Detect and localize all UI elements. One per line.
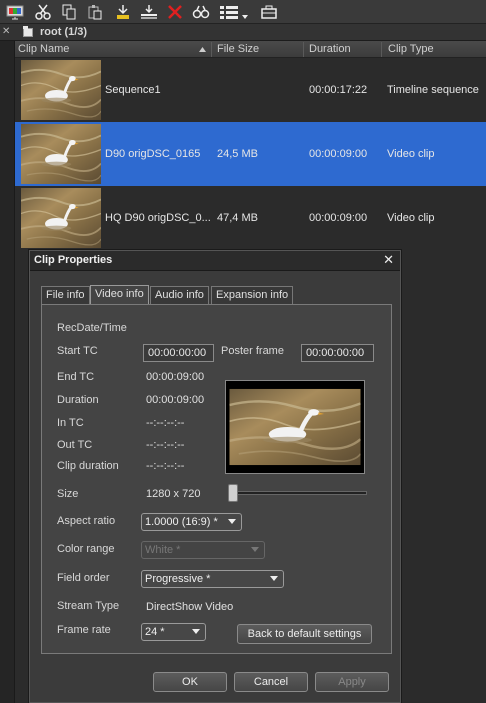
clip-type: Video clip [387,212,435,224]
add-to-timeline-icon[interactable] [112,2,134,22]
clip-name: HQ D90 origDSC_0... [105,212,211,224]
clip-properties-icon[interactable] [4,2,26,22]
in-tc-value: --:--:--:-- [146,417,185,429]
frame-rate-value: 24 * [145,626,165,638]
recdate-label: RecDate/Time [57,322,127,334]
clip-properties-dialog: Clip Properties ✕ File info Video info A… [29,250,401,703]
column-duration[interactable]: Duration [309,43,351,55]
clip-duration-value: --:--:--:-- [146,460,185,472]
clip-row[interactable]: Sequence1 00:00:17:22 Timeline sequence [15,58,486,122]
clip-size: 24,5 MB [217,148,258,160]
chevron-down-icon [192,629,200,634]
insert-icon[interactable] [138,2,160,22]
clip-duration: 00:00:17:22 [309,84,368,96]
poster-frame-preview [225,380,365,474]
apply-button[interactable]: Apply [315,672,389,692]
color-range-value: White * [145,544,181,556]
clip-row[interactable]: HQ D90 origDSC_0... 47,4 MB 00:00:09:00 … [15,186,486,250]
toolbar [0,0,486,24]
tab-expansion-info[interactable]: Expansion info [211,286,294,304]
column-clip-name[interactable]: Clip Name [18,43,69,55]
bin-tree-panel[interactable] [0,41,15,703]
chevron-down-icon [251,547,259,552]
out-tc-value: --:--:--:-- [146,439,185,451]
clip-size: 47,4 MB [217,212,258,224]
delete-icon[interactable] [164,2,186,22]
aspect-ratio-select[interactable]: 1.0000 (16:9) * [141,513,242,531]
dialog-title-bar[interactable]: Clip Properties ✕ [30,251,400,271]
clip-type: Timeline sequence [387,84,479,96]
close-bin-icon[interactable]: ✕ [2,26,10,37]
in-tc-label: In TC [57,417,84,429]
close-icon[interactable]: ✕ [383,253,394,268]
folder-icon[interactable] [258,2,280,22]
column-divider[interactable] [381,42,382,57]
column-header: Clip Name File Size Duration Clip Type [15,41,486,58]
bin-path-bar: ✕ root (1/3) [0,24,486,41]
poster-frame-label: Poster frame [221,345,284,357]
duration-value: 00:00:09:00 [146,394,205,406]
color-range-label: Color range [57,543,115,555]
chevron-down-icon [270,576,278,581]
size-value: 1280 x 720 [146,488,201,500]
clip-row-selected[interactable]: D90 origDSC_0165 24,5 MB 00:00:09:00 Vid… [15,122,486,186]
clip-type: Video clip [387,148,435,160]
color-range-select: White * [141,541,265,559]
column-file-size[interactable]: File Size [217,43,259,55]
copy-icon[interactable] [58,2,80,22]
cut-icon[interactable] [32,2,54,22]
out-tc-label: Out TC [57,439,93,451]
cancel-button[interactable]: Cancel [234,672,308,692]
clip-name: Sequence1 [105,84,161,96]
stream-type-label: Stream Type [57,600,120,612]
end-tc-label: End TC [57,371,95,383]
start-tc-field[interactable]: 00:00:00:00 [143,344,214,362]
poster-frame-field[interactable]: 00:00:00:00 [301,344,374,362]
chevron-down-icon [228,519,236,524]
clip-duration: 00:00:09:00 [309,212,368,224]
column-divider[interactable] [303,42,304,57]
clip-duration-label: Clip duration [57,460,119,472]
field-order-select[interactable]: Progressive * [141,570,284,588]
back-to-default-button[interactable]: Back to default settings [237,624,372,644]
slider-handle[interactable] [228,484,238,502]
stream-type-value: DirectShow Video [146,601,234,613]
view-mode-icon[interactable] [218,2,250,22]
clip-thumbnail [21,188,101,248]
start-tc-label: Start TC [57,345,98,357]
size-label: Size [57,488,79,500]
tab-video-info[interactable]: Video info [90,285,149,305]
ok-button[interactable]: OK [153,672,227,692]
tab-file-info[interactable]: File info [41,286,90,304]
dialog-title: Clip Properties [34,254,113,266]
duration-label: Duration [57,394,99,406]
aspect-ratio-value: 1.0000 (16:9) * [145,516,218,528]
aspect-ratio-label: Aspect ratio [57,515,116,527]
end-tc-value: 00:00:09:00 [146,371,205,383]
field-order-value: Progressive * [145,573,211,585]
poster-frame-slider[interactable] [235,491,367,495]
folder-icon [23,26,33,37]
bin-title: root (1/3) [40,26,88,38]
clip-name: D90 origDSC_0165 [105,148,201,160]
clip-duration: 00:00:09:00 [309,148,368,160]
frame-rate-label: Frame rate [57,624,111,636]
frame-rate-select[interactable]: 24 * [141,623,206,641]
column-clip-type[interactable]: Clip Type [388,43,434,55]
paste-icon[interactable] [84,2,106,22]
sort-ascending-icon [199,47,206,52]
tab-audio-info[interactable]: Audio info [150,286,209,304]
video-info-panel: RecDate/Time Start TC 00:00:00:00 Poster… [41,304,392,654]
search-icon[interactable] [190,2,212,22]
clip-thumbnail [21,60,101,120]
clip-thumbnail [21,124,101,184]
field-order-label: Field order [57,572,110,584]
column-divider[interactable] [211,42,212,57]
